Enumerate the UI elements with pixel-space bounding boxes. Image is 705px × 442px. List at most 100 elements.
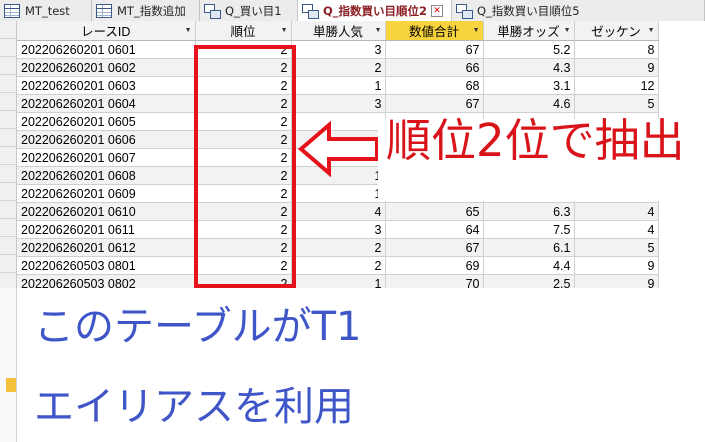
table-cell[interactable]: 1: [291, 184, 386, 203]
table-cell[interactable]: 202206260201 0607: [17, 148, 196, 167]
table-cell[interactable]: 5: [574, 238, 659, 257]
table-cell[interactable]: 5.2: [483, 40, 575, 59]
table-cell[interactable]: 3: [291, 40, 386, 59]
table-cell[interactable]: 2: [195, 238, 292, 257]
table-cell[interactable]: 9: [574, 256, 659, 275]
table-row[interactable]: 202206260201 0612 2 2 67 6.1 5: [17, 238, 659, 257]
table-cell[interactable]: 4: [291, 202, 386, 221]
table-row[interactable]: 202206260201 0611 2 3 64 7.5 4: [17, 220, 659, 239]
table-cell[interactable]: 2: [291, 256, 386, 275]
table-row[interactable]: 202206260201 0603 2 1 68 3.1 12: [17, 76, 659, 95]
table-cell[interactable]: 202206260201 0602: [17, 58, 196, 77]
table-cell[interactable]: 65: [385, 202, 484, 221]
table-cell[interactable]: 202206260201 0611: [17, 220, 196, 239]
current-record-marker: [6, 378, 16, 392]
table-cell[interactable]: 67: [385, 40, 484, 59]
table-cell[interactable]: 202206260201 0604: [17, 94, 196, 113]
table-row[interactable]: 202206260503 0801 2 2 69 4.4 9: [17, 256, 659, 275]
tab-label: Q_指数買い目順位2: [323, 4, 428, 18]
column-header-race-id[interactable]: レースID ▼: [17, 21, 196, 41]
table-cell[interactable]: 1: [291, 274, 386, 288]
record-selector-column[interactable]: [0, 21, 17, 288]
query-icon: [302, 4, 319, 19]
table-cell[interactable]: 202206260201 0609: [17, 184, 196, 203]
table-cell[interactable]: 7.5: [483, 220, 575, 239]
table-cell[interactable]: 1: [291, 76, 386, 95]
table-cell[interactable]: 69: [385, 256, 484, 275]
dropdown-arrow-icon[interactable]: ▼: [281, 27, 288, 34]
table-cell[interactable]: 2: [195, 130, 292, 149]
table-cell[interactable]: 202206260201 0610: [17, 202, 196, 221]
table-cell[interactable]: 202206260201 0603: [17, 76, 196, 95]
table-cell[interactable]: 202206260201 0606: [17, 130, 196, 149]
dropdown-arrow-icon[interactable]: ▼: [185, 27, 192, 34]
table-row[interactable]: 202206260201 0610 2 4 65 6.3 4: [17, 202, 659, 221]
table-cell[interactable]: 6.3: [483, 202, 575, 221]
table-cell[interactable]: 202206260201 0601: [17, 40, 196, 59]
rank-callout-text: 順位2位で抽出: [386, 114, 685, 167]
table-cell[interactable]: 4: [574, 202, 659, 221]
column-header-win-popularity[interactable]: 単勝人気 ▼: [291, 21, 386, 41]
table-cell[interactable]: 64: [385, 220, 484, 239]
dropdown-arrow-icon[interactable]: ▼: [375, 27, 382, 34]
table-cell[interactable]: 67: [385, 238, 484, 257]
table-cell[interactable]: 4: [574, 220, 659, 239]
table-cell[interactable]: 12: [574, 76, 659, 95]
tab-label: MT_指数追加: [117, 3, 186, 18]
table-cell[interactable]: 68: [385, 76, 484, 95]
tab-label: MT_test: [25, 3, 70, 18]
table-cell[interactable]: 202206260503 0802: [17, 274, 196, 288]
tab-q-index-rank2[interactable]: Q_指数買い目順位2 ✕: [298, 0, 452, 22]
object-tab-strip: MT_test MT_指数追加 Q_買い目1 Q_指数買い目順位2 ✕ Q_指数…: [0, 0, 705, 22]
column-header-value-total[interactable]: 数値合計 ▼: [385, 21, 484, 41]
table-cell[interactable]: 2: [195, 202, 292, 221]
table-cell[interactable]: 3: [291, 220, 386, 239]
table-cell[interactable]: 2: [195, 58, 292, 77]
table-cell[interactable]: 2.5: [483, 274, 575, 288]
table-row[interactable]: 202206260201 0601 2 3 67 5.2 8: [17, 40, 659, 59]
table-cell[interactable]: 202206260201 0612: [17, 238, 196, 257]
table-cell[interactable]: 2: [195, 256, 292, 275]
table-cell[interactable]: 2: [195, 148, 292, 167]
table-cell[interactable]: 2: [195, 274, 292, 288]
dropdown-arrow-icon[interactable]: ▼: [648, 27, 655, 34]
table-cell[interactable]: 2: [195, 112, 292, 131]
table-cell[interactable]: 4.4: [483, 256, 575, 275]
column-header-bib-number[interactable]: ゼッケン ▼: [574, 21, 659, 41]
tab-q-index-rank5[interactable]: Q_指数買い目順位5: [452, 0, 705, 21]
table-cell[interactable]: 2: [195, 76, 292, 95]
table-cell[interactable]: 66: [385, 58, 484, 77]
tab-mt-index-added[interactable]: MT_指数追加: [92, 0, 200, 21]
dropdown-arrow-icon[interactable]: ▼: [564, 27, 571, 34]
query-icon: [204, 3, 221, 19]
table-cell[interactable]: 9: [574, 58, 659, 77]
tab-mt-test[interactable]: MT_test: [0, 0, 92, 21]
table-cell[interactable]: 2: [195, 184, 292, 203]
table-cell[interactable]: 2: [195, 166, 292, 185]
tab-q-kaime1[interactable]: Q_買い目1: [200, 0, 298, 21]
table-cell[interactable]: 2: [195, 94, 292, 113]
table-cell[interactable]: 3: [291, 94, 386, 113]
close-tab-icon[interactable]: ✕: [431, 5, 444, 17]
tab-label: Q_指数買い目順位5: [477, 3, 580, 18]
table-cell[interactable]: 202206260201 0608: [17, 166, 196, 185]
table-cell[interactable]: 70: [385, 274, 484, 288]
dropdown-arrow-icon[interactable]: ▼: [473, 27, 480, 34]
table-cell[interactable]: 3.1: [483, 76, 575, 95]
table-cell[interactable]: 2: [195, 40, 292, 59]
table-cell[interactable]: 202206260503 0801: [17, 256, 196, 275]
table-cell[interactable]: 4.3: [483, 58, 575, 77]
table-cell[interactable]: 8: [574, 40, 659, 59]
table-row[interactable]: 202206260201 0602 2 2 66 4.3 9: [17, 58, 659, 77]
column-header-win-odds[interactable]: 単勝オッズ ▼: [483, 21, 575, 41]
table-cell[interactable]: 2: [291, 238, 386, 257]
table-cell[interactable]: 6.1: [483, 238, 575, 257]
table-row[interactable]: 202206260503 0802 2 1 70 2.5 9: [17, 274, 659, 288]
record-selector-column: [0, 288, 17, 442]
column-header-rank[interactable]: 順位 ▼: [195, 21, 292, 41]
table-cell[interactable]: 2: [291, 58, 386, 77]
table-cell[interactable]: 9: [574, 274, 659, 288]
table-cell[interactable]: 2: [195, 220, 292, 239]
table-cell[interactable]: 202206260201 0605: [17, 112, 196, 131]
table-icon: [4, 3, 20, 18]
